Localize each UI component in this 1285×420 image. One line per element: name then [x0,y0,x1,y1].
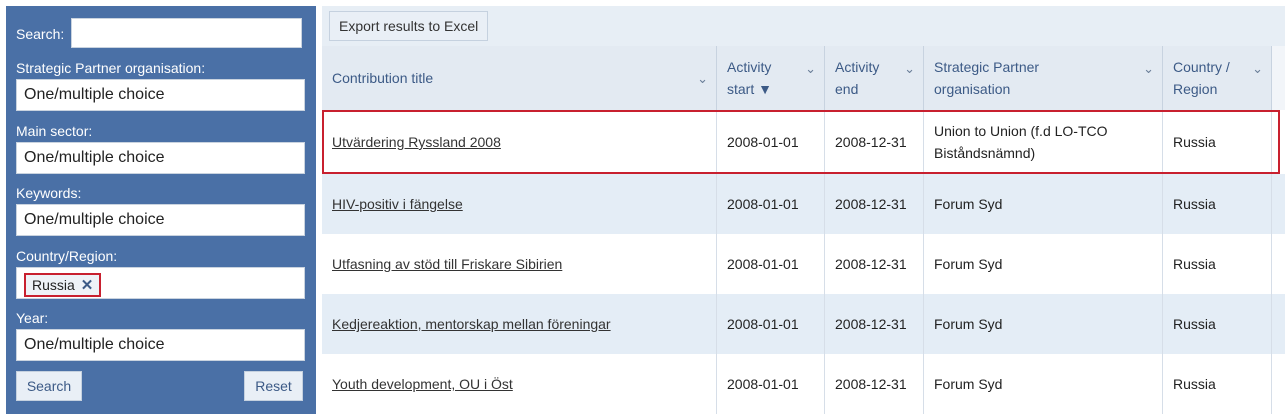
country-tag: Russia ✕ [24,273,102,297]
search-label: Search: [16,26,65,42]
country-tag-label: Russia [32,277,75,293]
end-cell: 2008-12-31 [825,234,924,294]
sector-label: Main sector: [16,123,93,139]
column-header-label: Country / Region [1173,59,1230,97]
country-cell: Russia [1163,354,1272,414]
keywords-label: Keywords: [16,185,82,201]
column-header-label: Strategic Partner organisation [934,59,1040,97]
table-row[interactable]: Youth development, OU i Öst 2008-01-01 2… [322,354,1285,414]
column-header-country[interactable]: Country / Region ⌄ [1163,46,1272,110]
results-panel: Export results to Excel Contribution tit… [322,6,1285,414]
country-cell: Russia [1163,294,1272,354]
chevron-down-icon[interactable]: ⌄ [805,58,816,80]
table-row[interactable]: Kedjereaktion, mentorskap mellan förenin… [322,294,1285,354]
partner-cell: Forum Syd [924,354,1163,414]
sector-select[interactable]: One/multiple choice [16,142,305,174]
chevron-down-icon[interactable]: ⌄ [1252,58,1263,80]
start-cell: 2008-01-01 [717,294,825,354]
start-cell: 2008-01-01 [717,234,825,294]
table-row[interactable]: HIV-positiv i fängelse 2008-01-01 2008-1… [322,174,1285,234]
country-label: Country/Region: [16,248,118,264]
contribution-title-link[interactable]: HIV-positiv i fängelse [332,193,463,215]
table-row[interactable]: Utfasning av stöd till Friskare Sibirien… [322,234,1285,294]
column-header-label: Activity start ▼ [727,59,772,97]
end-cell: 2008-12-31 [825,174,924,234]
search-button[interactable]: Search [16,371,82,401]
column-header-start[interactable]: Activity start ▼ ⌄ [717,46,825,110]
x-icon[interactable]: ✕ [81,278,94,293]
column-header-label: Contribution title [332,70,434,86]
column-header-title[interactable]: Contribution title ⌄ [322,46,717,110]
country-cell: Russia [1163,110,1272,174]
title-cell: Utvärdering Ryssland 2008 [322,110,717,174]
partner-select[interactable]: One/multiple choice [16,79,305,111]
title-cell: Youth development, OU i Öst [322,354,717,414]
export-excel-button[interactable]: Export results to Excel [329,11,489,41]
contribution-title-link[interactable]: Utfasning av stöd till Friskare Sibirien [332,253,562,275]
start-cell: 2008-01-01 [717,110,825,174]
column-header-end[interactable]: Activity end ⌄ [825,46,924,110]
column-header-label: Activity end [835,59,880,97]
year-select[interactable]: One/multiple choice [16,329,305,361]
keywords-select[interactable]: One/multiple choice [16,204,305,236]
partner-cell: Union to Union (f.d LO-TCO Biståndsnämnd… [924,110,1163,174]
chevron-down-icon[interactable]: ⌄ [904,58,915,80]
title-cell: Kedjereaktion, mentorskap mellan förenin… [322,294,717,354]
search-input[interactable] [71,18,302,48]
end-cell: 2008-12-31 [825,354,924,414]
contribution-title-link[interactable]: Utvärdering Ryssland 2008 [332,131,501,153]
partner-cell: Forum Syd [924,174,1163,234]
partner-label: Strategic Partner organisation: [16,60,206,76]
contribution-title-link[interactable]: Kedjereaktion, mentorskap mellan förenin… [332,313,611,335]
partner-cell: Forum Syd [924,294,1163,354]
column-header-partner[interactable]: Strategic Partner organisation ⌄ [924,46,1163,110]
start-cell: 2008-01-01 [717,354,825,414]
end-cell: 2008-12-31 [825,110,924,174]
reset-button[interactable]: Reset [244,371,303,401]
country-cell: Russia [1163,234,1272,294]
year-label: Year: [16,310,49,326]
start-cell: 2008-01-01 [717,174,825,234]
title-cell: Utfasning av stöd till Friskare Sibirien [322,234,717,294]
filter-sidebar: Search: Strategic Partner organisation: … [6,6,316,414]
country-select[interactable]: Russia ✕ [16,267,305,299]
table-row[interactable]: Utvärdering Ryssland 2008 2008-01-01 200… [322,110,1285,174]
contribution-title-link[interactable]: Youth development, OU i Öst [332,373,513,395]
end-cell: 2008-12-31 [825,294,924,354]
title-cell: HIV-positiv i fängelse [322,174,717,234]
chevron-down-icon[interactable]: ⌄ [697,68,708,90]
country-cell: Russia [1163,174,1272,234]
chevron-down-icon[interactable]: ⌄ [1143,58,1154,80]
partner-cell: Forum Syd [924,234,1163,294]
toolbar: Export results to Excel [322,6,1285,46]
